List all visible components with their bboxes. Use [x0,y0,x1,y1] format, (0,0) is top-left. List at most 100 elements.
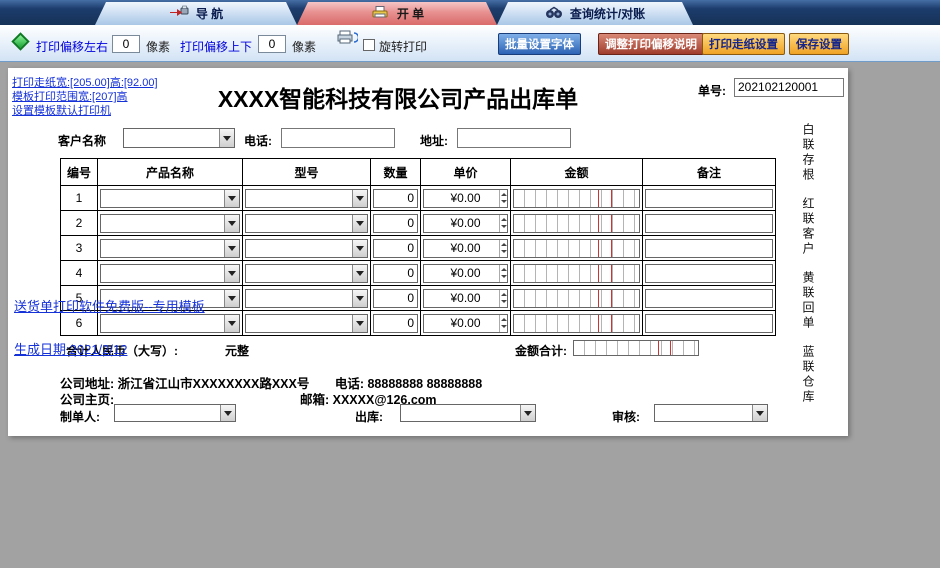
chevron-down-icon[interactable] [224,239,239,257]
address-input[interactable] [457,128,571,148]
row-number: 2 [75,216,83,230]
toolbar: 打印偏移左右 0 像素 打印偏移上下 0 像素 旋转打印 批量设置字体 调整打印… [0,25,940,62]
model-combo[interactable] [245,188,368,208]
table-row: 3 0 ¥0.00 [60,235,776,261]
chevron-down-icon[interactable] [352,314,367,332]
maker-combo[interactable] [114,404,236,422]
total-words-suffix: 元整 [225,344,250,358]
tab-billing[interactable]: 开 单 [297,2,497,25]
homepage-label: 公司主页: [60,393,115,407]
quantity-value: 0 [407,291,414,305]
model-combo[interactable] [245,238,368,258]
chevron-down-icon[interactable] [224,264,239,282]
col-header-product: 产品名称 [97,158,243,186]
order-no-label: 单号: [698,84,726,98]
amount-grid [513,313,640,333]
customer-name-combo[interactable] [123,128,235,148]
chevron-down-icon[interactable] [520,405,535,421]
spinner-icon[interactable] [499,239,507,257]
remark-input[interactable] [645,263,773,283]
tab-navigation[interactable]: 导 航 [95,2,297,25]
unit-price-value: ¥0.00 [450,291,481,305]
remark-input[interactable] [645,213,773,233]
phone-input[interactable] [281,128,395,148]
customer-name-label: 客户名称 [58,134,107,148]
unit-price-input[interactable]: ¥0.00 [423,313,508,333]
order-no-input[interactable]: 202102120001 [734,78,844,97]
offset-ud-input[interactable]: 0 [258,35,286,53]
product-name-combo[interactable] [100,263,240,283]
rotate-print-checkbox[interactable] [363,39,375,51]
default-printer-link[interactable]: 设置模板默认打印机 [12,102,111,118]
model-combo[interactable] [245,263,368,283]
chevron-down-icon[interactable] [220,405,235,421]
model-combo[interactable] [245,213,368,233]
save-settings-button[interactable]: 保存设置 [789,33,849,55]
chevron-down-icon[interactable] [219,129,234,147]
quantity-input[interactable]: 0 [373,313,418,333]
spinner-icon[interactable] [499,264,507,282]
chevron-down-icon[interactable] [224,314,239,332]
invoice-title: XXXX智能科技有限公司产品出库单 [217,86,579,112]
chevron-down-icon[interactable] [352,289,367,307]
batch-font-button[interactable]: 批量设置字体 [498,33,581,55]
product-name-combo[interactable] [100,213,240,233]
tab-bar: 导 航 开 单 查询统计/对账 [0,0,940,25]
table-row: 1 0 ¥0.00 [60,185,776,211]
remark-input[interactable] [645,188,773,208]
rotate-print-label: 旋转打印 [379,40,428,54]
tab-query-stats[interactable]: 查询统计/对账 [497,2,693,25]
unit-price-input[interactable]: ¥0.00 [423,238,508,258]
remark-input[interactable] [645,313,773,333]
quantity-input[interactable]: 0 [373,238,418,258]
offset-lr-input[interactable]: 0 [112,35,140,53]
quantity-input[interactable]: 0 [373,213,418,233]
watermark-link[interactable]: 送货单打印软件免费版--专用模板 [14,296,205,315]
chevron-down-icon[interactable] [352,189,367,207]
spinner-icon[interactable] [499,189,507,207]
tab-billing-label: 开 单 [396,7,425,21]
model-combo[interactable] [245,313,368,333]
tab-navigation-label: 导 航 [195,7,224,21]
outbound-combo[interactable] [400,404,536,422]
model-combo[interactable] [245,288,368,308]
unit-price-input[interactable]: ¥0.00 [423,188,508,208]
maker-label: 制单人: [60,410,100,424]
remark-input[interactable] [645,238,773,258]
quantity-input[interactable]: 0 [373,263,418,283]
col-header-price: 单价 [420,158,511,186]
quantity-value: 0 [407,316,414,330]
amount-grid [513,213,640,233]
product-name-combo[interactable] [100,313,240,333]
quantity-input[interactable]: 0 [373,188,418,208]
quantity-input[interactable]: 0 [373,288,418,308]
address-label: 地址: [420,134,448,148]
chevron-down-icon[interactable] [352,264,367,282]
remark-input[interactable] [645,288,773,308]
quantity-value: 0 [407,191,414,205]
audit-combo[interactable] [654,404,768,422]
product-name-combo[interactable] [100,188,240,208]
paper-feed-button[interactable]: 打印走纸设置 [702,33,785,55]
invoice-preview: 打印走纸宽:[205.00]高:[92.00] 模板打印范围宽:[207]高 设… [8,68,848,436]
unit-price-value: ¥0.00 [450,216,481,230]
unit-price-input[interactable]: ¥0.00 [423,213,508,233]
spinner-icon[interactable] [499,314,507,332]
spinner-icon[interactable] [499,289,507,307]
product-name-combo[interactable] [100,238,240,258]
quantity-value: 0 [407,241,414,255]
amount-grid [513,188,640,208]
chevron-down-icon[interactable] [224,214,239,232]
unit-price-input[interactable]: ¥0.00 [423,288,508,308]
gen-date-link[interactable]: 生成日期:2021/2/12 [14,339,127,358]
chevron-down-icon[interactable] [224,189,239,207]
binoculars-icon [545,6,563,22]
unit-price-input[interactable]: ¥0.00 [423,263,508,283]
spinner-icon[interactable] [499,214,507,232]
col-header-model: 型号 [242,158,371,186]
chevron-down-icon[interactable] [352,239,367,257]
chevron-down-icon[interactable] [224,289,239,307]
offset-help-button[interactable]: 调整打印偏移说明 [598,33,704,55]
chevron-down-icon[interactable] [352,214,367,232]
chevron-down-icon[interactable] [752,405,767,421]
